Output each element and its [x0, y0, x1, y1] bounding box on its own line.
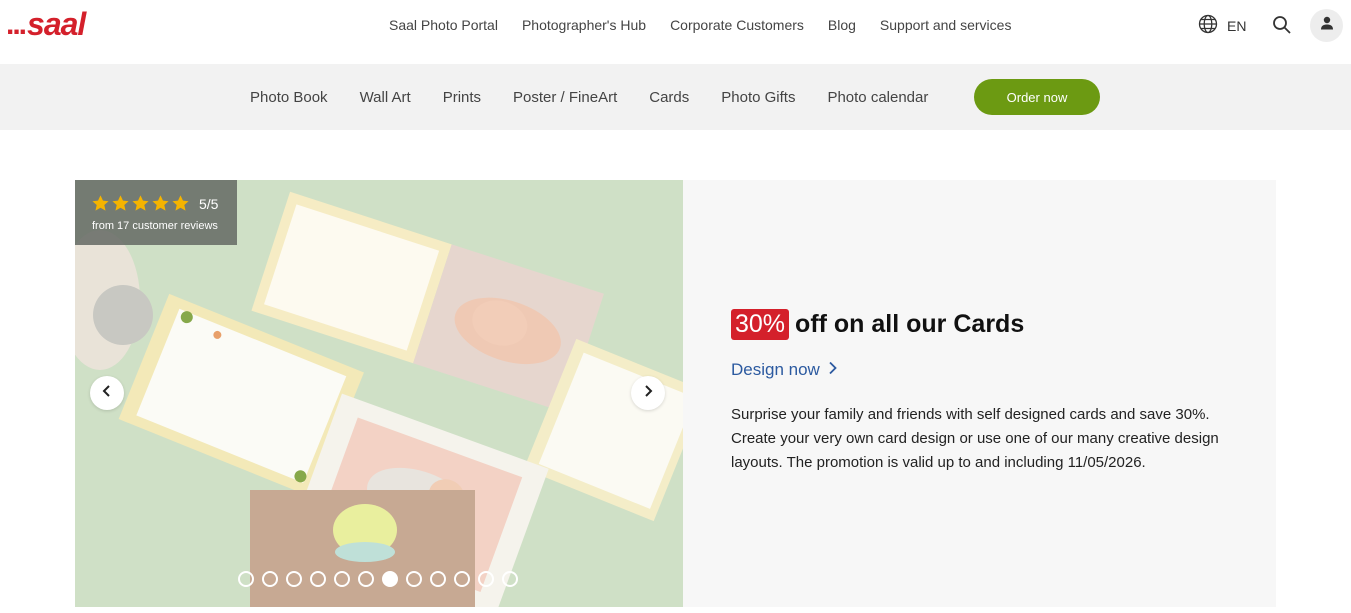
language-selector[interactable]: EN	[1198, 14, 1246, 37]
top-header: ... saal Saal Photo Portal Photographer'…	[0, 0, 1351, 64]
carousel-dot[interactable]	[286, 571, 302, 587]
carousel-dot[interactable]	[478, 571, 494, 587]
chevron-right-icon	[641, 384, 655, 403]
carousel-dot[interactable]	[310, 571, 326, 587]
category-wall-art[interactable]: Wall Art	[360, 89, 411, 106]
category-bar: Photo Book Wall Art Prints Poster / Fine…	[0, 64, 1351, 130]
user-icon	[1319, 15, 1335, 36]
category-poster-fineart[interactable]: Poster / FineArt	[513, 89, 617, 106]
category-photo-calendar[interactable]: Photo calendar	[827, 89, 928, 106]
carousel-dot[interactable]	[358, 571, 374, 587]
chevron-left-icon	[100, 384, 114, 403]
top-nav-item-blog[interactable]: Blog	[828, 17, 856, 33]
category-photo-book[interactable]: Photo Book	[250, 89, 328, 106]
category-photo-gifts[interactable]: Photo Gifts	[721, 89, 795, 106]
carousel-dot[interactable]	[502, 571, 518, 587]
top-nav-item-corporate-customers[interactable]: Corporate Customers	[670, 17, 804, 33]
promo-panel: 30% off on all our Cards Design now Surp…	[683, 180, 1276, 607]
design-now-label: Design now	[731, 360, 820, 379]
hero-carousel-image: 5/5 from 17 customer reviews	[75, 180, 683, 607]
star-icon	[132, 195, 149, 211]
top-nav: Saal Photo Portal Photographer's Hub Cor…	[389, 17, 1011, 33]
category-prints[interactable]: Prints	[443, 89, 481, 106]
discount-badge: 30%	[731, 309, 790, 340]
carousel-next-button[interactable]	[631, 376, 665, 410]
carousel-dot[interactable]	[382, 571, 398, 587]
category-cards[interactable]: Cards	[649, 89, 689, 106]
carousel-prev-button[interactable]	[90, 376, 124, 410]
promo-title: 30% off on all our Cards	[731, 309, 1024, 340]
promo-title-text: off on all our Cards	[795, 310, 1025, 338]
carousel-dot[interactable]	[262, 571, 278, 587]
top-nav-item-photographers-hub[interactable]: Photographer's Hub	[522, 17, 646, 33]
saal-logo[interactable]: ... saal	[6, 6, 86, 42]
category-nav: Photo Book Wall Art Prints Poster / Fine…	[250, 89, 928, 106]
rating-score: 5/5	[199, 196, 219, 212]
logo-text: saal	[27, 6, 86, 42]
star-icon	[92, 195, 109, 211]
design-now-link[interactable]: Design now	[731, 360, 838, 380]
star-icon	[172, 195, 189, 211]
promo-description: Surprise your family and friends with se…	[731, 406, 1219, 471]
rating-reviews-count: from 17 customer reviews	[92, 220, 218, 232]
star-icon	[112, 195, 129, 211]
top-nav-item-photo-portal[interactable]: Saal Photo Portal	[389, 17, 498, 33]
carousel-dot[interactable]	[454, 571, 470, 587]
order-now-button[interactable]: Order now	[974, 79, 1100, 115]
carousel-dot[interactable]	[334, 571, 350, 587]
rating-stars	[91, 194, 190, 213]
logo-dots: ...	[6, 8, 27, 41]
language-label: EN	[1227, 17, 1247, 34]
search-icon	[1272, 16, 1292, 39]
carousel-dot[interactable]	[238, 571, 254, 587]
carousel-dots	[238, 571, 518, 587]
account-button[interactable]	[1310, 9, 1343, 42]
carousel-dot[interactable]	[430, 571, 446, 587]
search-button[interactable]	[1272, 15, 1292, 35]
chevron-right-icon	[828, 360, 838, 380]
carousel-dot[interactable]	[406, 571, 422, 587]
hero-banner: 5/5 from 17 customer reviews 30% off on …	[75, 180, 1276, 607]
star-icon	[152, 195, 169, 211]
globe-icon	[1198, 14, 1218, 37]
top-nav-item-support[interactable]: Support and services	[880, 17, 1012, 33]
rating-badge: 5/5 from 17 customer reviews	[75, 180, 237, 245]
